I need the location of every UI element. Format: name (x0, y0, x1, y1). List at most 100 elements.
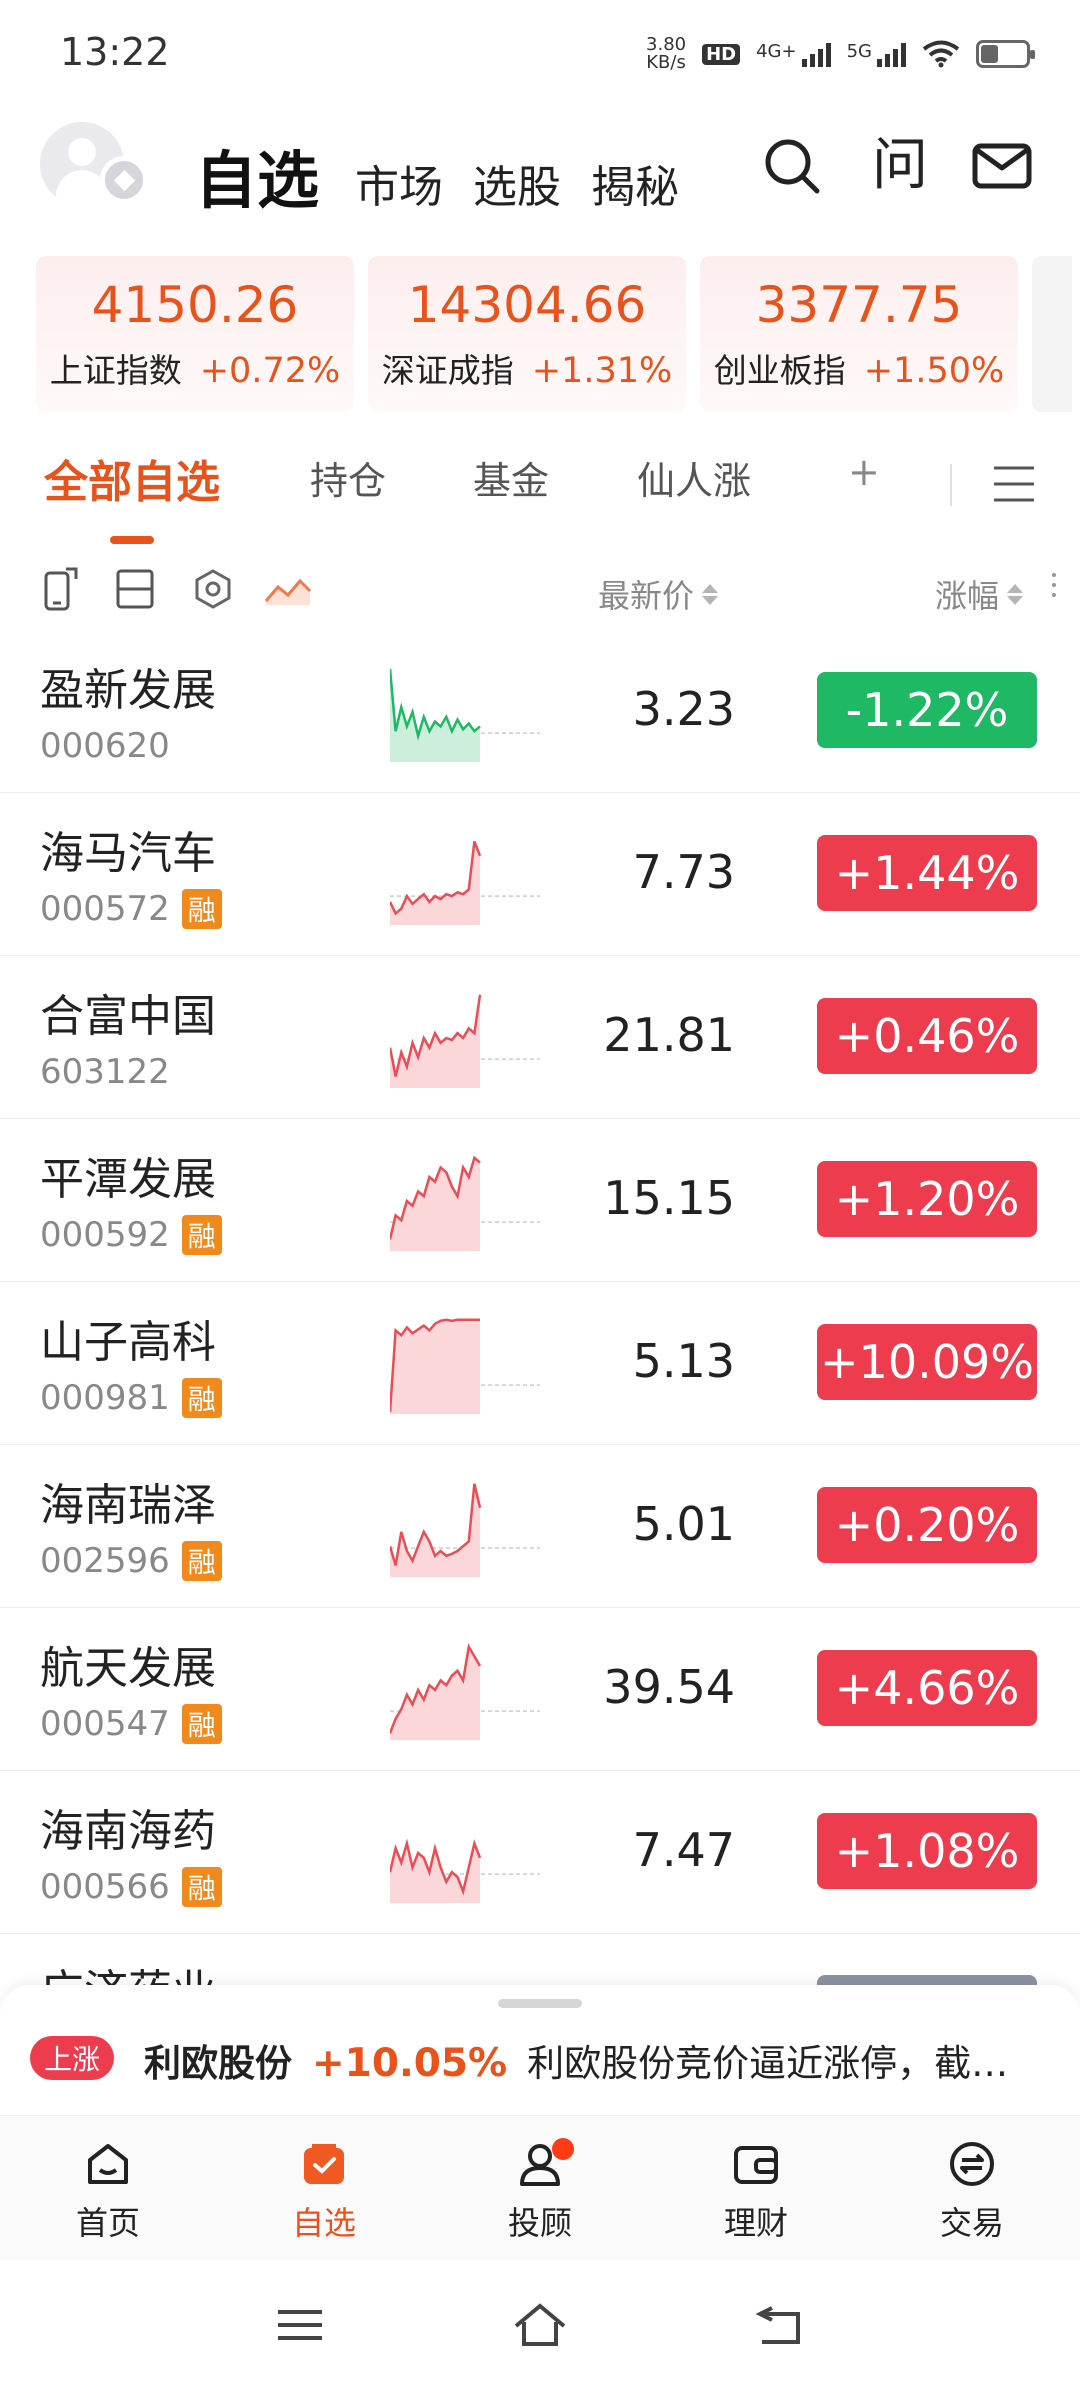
nav-label: 自选 (291, 2204, 356, 2242)
stock-code-line: 000620 (40, 726, 170, 766)
signal-5g-icon: 5G (847, 41, 906, 67)
tab-xianrenzhang[interactable]: 仙人涨 (637, 450, 751, 505)
menu-icon[interactable] (992, 464, 1036, 504)
nav-wealth[interactable]: 理财 (648, 2116, 864, 2260)
stock-list: 盈新发展 000620 3.23 -1.22% 海马汽车 000572 融 7.73 +1.44… (0, 630, 1080, 1934)
app-header: 自选 市场 选股 揭秘 问 (0, 110, 1080, 225)
active-tab-indicator (110, 536, 154, 544)
battery-level (981, 45, 998, 63)
stock-row[interactable]: 航天发展 000547 融 39.54 +4.66% (0, 1608, 1080, 1771)
sort-icon (702, 583, 719, 605)
stock-code: 002596 (40, 1541, 170, 1581)
mail-icon[interactable] (970, 134, 1034, 198)
stock-name: 海南瑞泽 (40, 1480, 216, 1531)
stock-price: 7.73 (632, 845, 735, 899)
tab-stock-picker[interactable]: 选股 (473, 151, 561, 215)
drag-handle[interactable] (498, 1999, 582, 2008)
tab-divider (950, 464, 952, 506)
ask-icon[interactable]: 问 (868, 134, 932, 198)
sparkline-area (390, 994, 480, 1088)
member-badge-icon[interactable] (100, 156, 148, 204)
index-card-szse[interactable]: 14304.66 深证成指 +1.31% (368, 256, 686, 412)
margin-badge: 融 (181, 1541, 222, 1581)
intraday-sparkline (390, 1318, 540, 1414)
tab-holdings[interactable]: 持仓 (310, 450, 386, 505)
stock-row[interactable]: 平潭发展 000592 融 15.15 +1.20% (0, 1119, 1080, 1282)
back-nav-icon[interactable] (750, 2300, 810, 2350)
index-value: 4150.26 (91, 276, 299, 334)
nav-label: 首页 (75, 2204, 140, 2242)
stock-name: 平潭发展 (40, 1154, 216, 1205)
stock-name: 航天发展 (40, 1643, 216, 1694)
sort-by-price[interactable]: 最新价 (598, 571, 719, 617)
watchlist-tabs: 全部自选 持仓 基金 仙人涨 + (0, 450, 1080, 550)
stock-row[interactable]: 合富中国 603122 21.81 +0.46% (0, 956, 1080, 1119)
nav-trade[interactable]: 交易 (864, 2116, 1080, 2260)
home-icon (88, 2144, 128, 2184)
stock-code-line: 000981 融 (40, 1378, 222, 1418)
tab-market[interactable]: 市场 (355, 151, 443, 215)
phone-sync-icon[interactable] (38, 565, 88, 613)
ticker-text: 利欧股份竞价逼近涨停，截至… (527, 2042, 1044, 2085)
nav-label: 交易 (939, 2204, 1004, 2242)
change-pill[interactable]: +0.20% (817, 1487, 1037, 1563)
change-pill[interactable]: +1.44% (817, 835, 1037, 911)
change-pill[interactable]: +0.46% (817, 998, 1037, 1074)
change-pill[interactable]: +1.20% (817, 1161, 1037, 1237)
add-group-button[interactable]: + (848, 450, 880, 494)
more-columns-icon[interactable] (1052, 573, 1056, 597)
sparkline-toggle-icon[interactable] (262, 565, 312, 613)
change-pill[interactable]: +1.08% (817, 1813, 1037, 1889)
list-toolbar: 最新价 涨幅 (0, 555, 1080, 625)
ticker-badge: 上涨 (30, 2036, 114, 2080)
sort-icon (1007, 583, 1024, 605)
stock-row[interactable]: 海南海药 000566 融 7.47 +1.08% (0, 1771, 1080, 1934)
news-ticker[interactable]: 上涨 利欧股份 +10.05% 利欧股份竞价逼近涨停，截至… (0, 1985, 1080, 2115)
stock-row[interactable]: 山子高科 000981 融 5.13 +10.09% (0, 1282, 1080, 1445)
stock-row[interactable]: 海南瑞泽 002596 融 5.01 +0.20% (0, 1445, 1080, 1608)
settings-icon[interactable] (188, 565, 238, 613)
stock-row[interactable]: 盈新发展 000620 3.23 -1.22% (0, 630, 1080, 793)
sort-by-change[interactable]: 涨幅 (935, 571, 1024, 617)
stock-price: 21.81 (603, 1008, 735, 1062)
intraday-sparkline (390, 668, 540, 762)
notification-dot (552, 2138, 574, 2160)
stock-price: 39.54 (603, 1660, 735, 1714)
trade-icon (950, 2142, 994, 2186)
network-speed-unit: KB/s (646, 52, 686, 73)
change-pill[interactable]: +10.09% (817, 1324, 1037, 1400)
index-value: 14304.66 (407, 276, 647, 334)
index-card-chinext[interactable]: 3377.75 创业板指 +1.50% (700, 256, 1018, 412)
margin-badge: 融 (181, 889, 222, 929)
stock-code-line: 000547 融 (40, 1704, 222, 1744)
stock-code: 000981 (40, 1378, 170, 1418)
index-card-sse[interactable]: 4150.26 上证指数 +0.72% (36, 256, 354, 412)
index-cards: 4150.26 上证指数 +0.72% 14304.66 深证成指 +1.31%… (36, 256, 1080, 412)
nav-label: 投顾 (507, 2204, 572, 2242)
tab-funds[interactable]: 基金 (473, 450, 549, 505)
layout-icon[interactable] (110, 565, 160, 613)
intraday-sparkline (390, 1838, 540, 1903)
index-card-next[interactable] (1032, 256, 1072, 412)
status-icons: 3.80 KB/s HD 4G+ 5G (646, 36, 1035, 72)
nav-advisor[interactable]: 投顾 (432, 2116, 648, 2260)
menu-nav-icon[interactable] (270, 2300, 330, 2350)
tab-watchlist[interactable]: 自选 (195, 130, 319, 220)
search-icon[interactable] (760, 134, 824, 198)
ticker-stock-name: 利欧股份 (144, 2042, 292, 2085)
change-pill[interactable]: +4.66% (817, 1650, 1037, 1726)
nav-watchlist[interactable]: 自选 (216, 2116, 432, 2260)
network-speed: 3.80 KB/s (646, 36, 686, 72)
stock-code: 000620 (40, 726, 170, 766)
tab-insights[interactable]: 揭秘 (591, 151, 679, 215)
tab-all-watchlist[interactable]: 全部自选 (44, 446, 220, 510)
nav-home[interactable]: 首页 (0, 2116, 216, 2260)
stock-code: 000572 (40, 889, 170, 929)
change-pill[interactable]: -1.22% (817, 672, 1037, 748)
stock-row[interactable]: 海马汽车 000572 融 7.73 +1.44% (0, 793, 1080, 956)
home-nav-icon[interactable] (510, 2300, 570, 2350)
ticker-line: 利欧股份 +10.05% 利欧股份竞价逼近涨停，截至… (144, 2033, 1044, 2087)
watchlist-icon (304, 2144, 344, 2184)
stock-price: 15.15 (603, 1171, 735, 1225)
stock-code-line: 000572 融 (40, 889, 222, 929)
